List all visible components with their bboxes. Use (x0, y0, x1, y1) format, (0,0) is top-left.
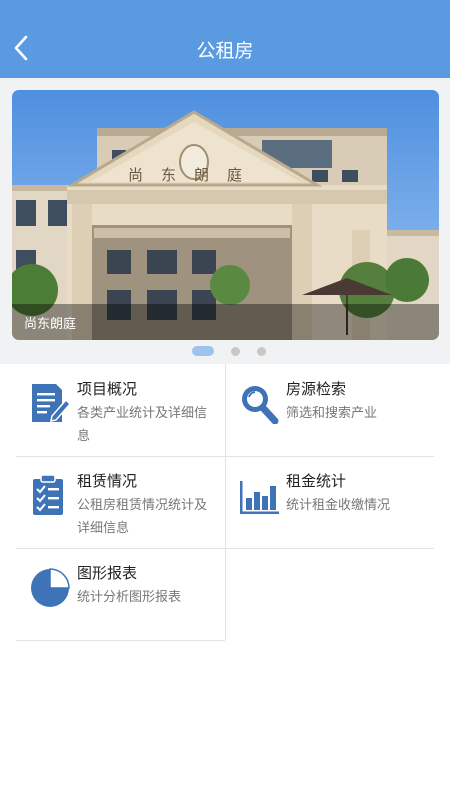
menu-item-title: 图形报表 (77, 564, 138, 582)
document-edit-icon (32, 384, 70, 422)
grid-divider (16, 640, 225, 641)
menu-item-graphic-report[interactable]: 图形报表 统计分析图形报表 (16, 548, 225, 640)
menu-item-desc: 统计租金收缴情况 (286, 498, 391, 513)
menu-item-title: 项目概况 (77, 380, 138, 398)
banner-area: 尚东朗庭 尚东朗庭 (0, 78, 450, 364)
building-photo: 尚东朗庭 (12, 90, 439, 340)
menu-item-title: 房源检索 (286, 380, 347, 398)
menu-item-desc: 筛选和搜索产业 (286, 406, 378, 421)
page-title: 公租房 (196, 40, 254, 62)
bar-chart-icon (240, 481, 279, 514)
banner-slide[interactable]: 尚东朗庭 尚东朗庭 (12, 90, 439, 340)
menu-item-title: 租赁情况 (77, 472, 138, 490)
banner-caption: 尚东朗庭 (24, 317, 77, 332)
menu-item-rent-statistics[interactable]: 租金统计 统计租金收缴情况 (225, 456, 434, 548)
checklist-icon (33, 474, 63, 515)
search-icon (242, 386, 279, 424)
pie-chart-icon (31, 568, 70, 607)
building-sign: 尚东朗庭 (128, 166, 260, 184)
top-bar: 公租房 (0, 0, 450, 78)
menu-item-desc: 公租房租赁情况统计及详细信息 (77, 498, 208, 536)
menu-item-lease-status[interactable]: 租赁情况 公租房租赁情况统计及详细信息 (16, 456, 225, 548)
carousel-dot-2[interactable] (231, 347, 240, 356)
carousel-dot-3[interactable] (257, 347, 266, 356)
carousel-dot-1[interactable] (192, 346, 214, 356)
banner-caption-bar: 尚东朗庭 (12, 304, 439, 340)
menu-item-listing-search[interactable]: 房源检索 筛选和搜索产业 (225, 364, 434, 456)
menu-item-desc: 各类产业统计及详细信息 (77, 406, 208, 444)
carousel-indicator (0, 345, 450, 357)
menu-item-desc: 统计分析图形报表 (77, 590, 182, 605)
menu-item-title: 租金统计 (286, 472, 347, 490)
menu-item-project-overview[interactable]: 项目概况 各类产业统计及详细信息 (16, 364, 225, 456)
